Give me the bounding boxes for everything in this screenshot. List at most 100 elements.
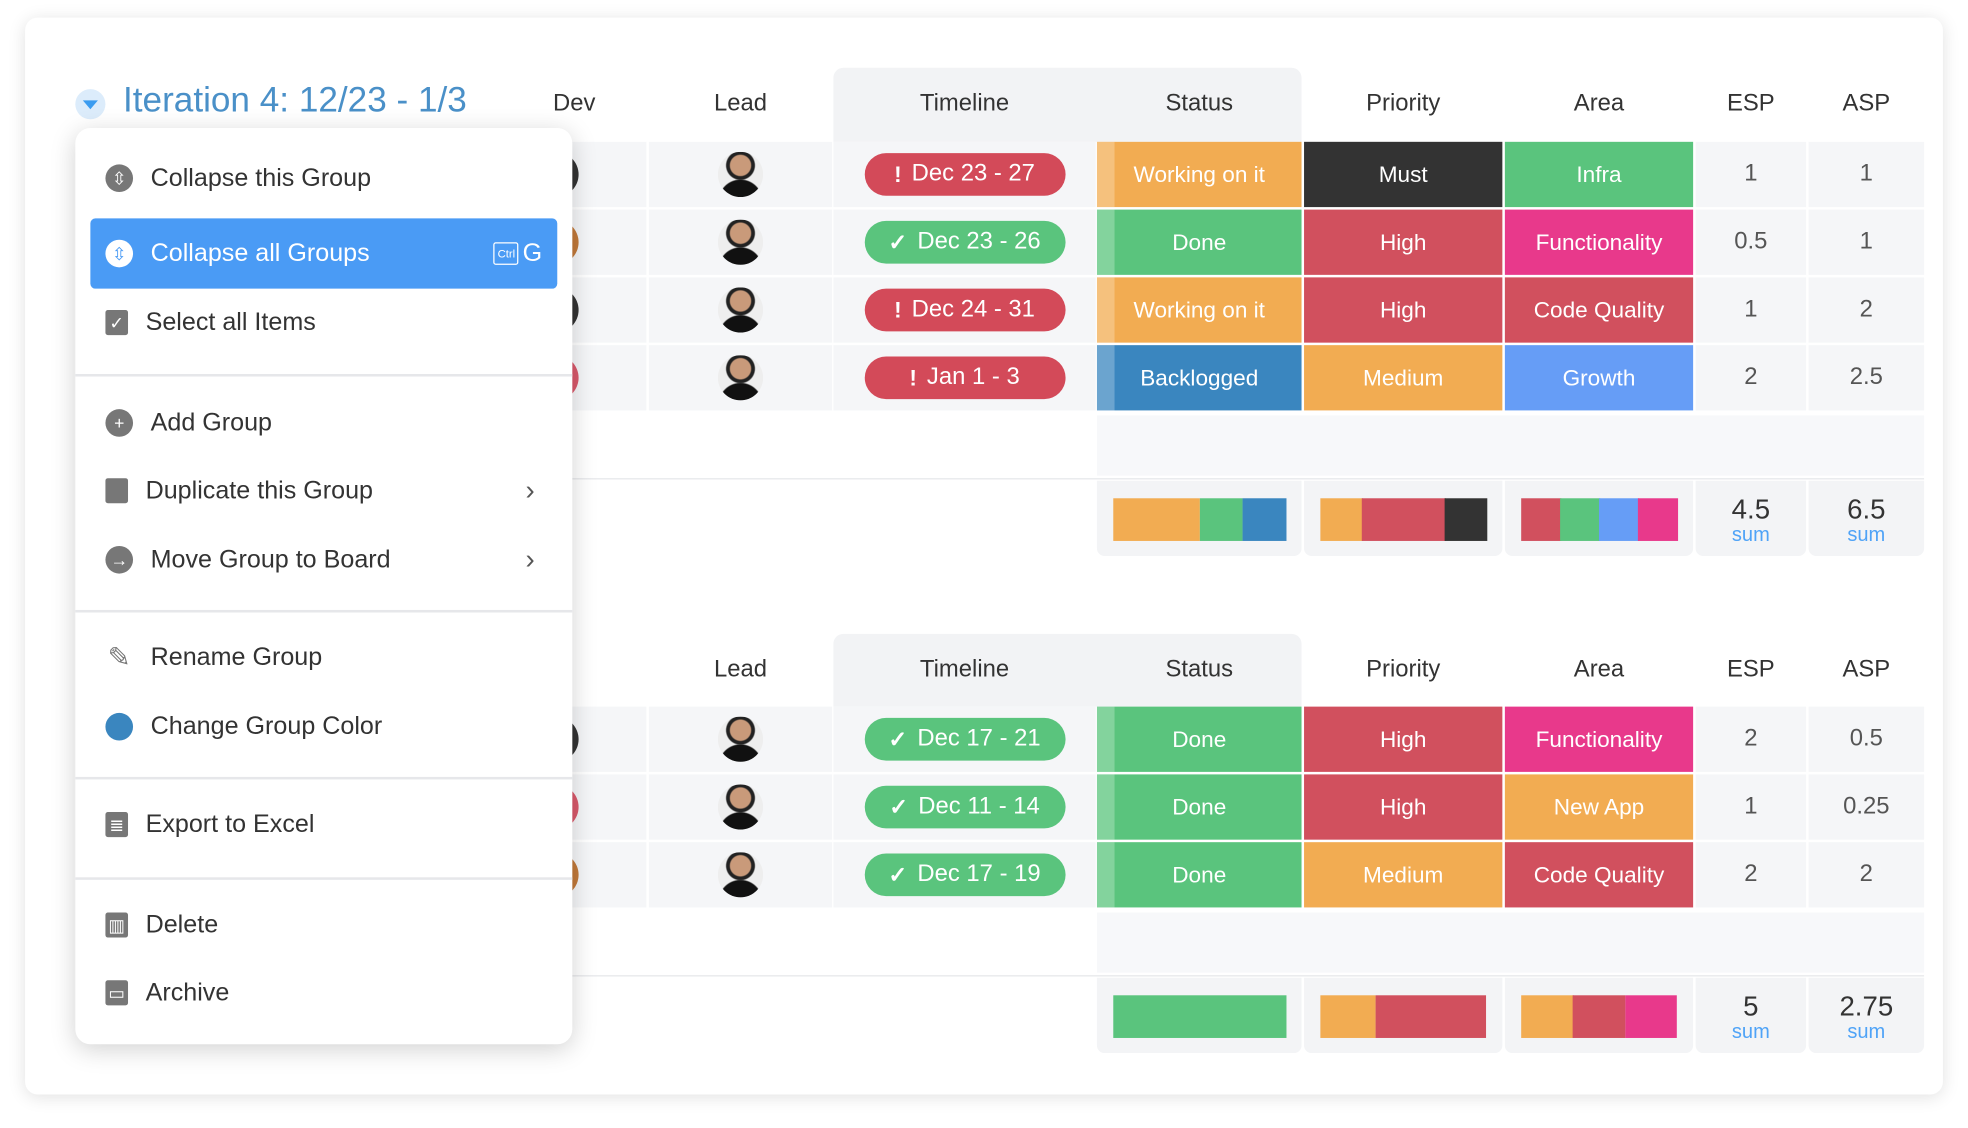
esp-value[interactable]: 1	[1695, 141, 1807, 208]
menu-item-add-group[interactable]: + Add Group	[90, 388, 557, 458]
timeline-pill[interactable]: ! Dec 23 - 27	[864, 153, 1065, 196]
priority-label[interactable]: High	[1304, 706, 1503, 772]
summary-segment-working-on-it[interactable]	[1113, 498, 1200, 541]
summary-segment-done[interactable]	[1113, 995, 1286, 1038]
summary-segment-growth[interactable]	[1598, 498, 1639, 541]
timeline-pill[interactable]: ! Dec 24 - 31	[864, 288, 1065, 332]
menu-item-move-group-to-board[interactable]: → Move Group to Board ›	[90, 525, 557, 595]
column-header-esp[interactable]: ESP	[1696, 656, 1806, 684]
esp-value[interactable]: 0.5	[1695, 209, 1807, 275]
asp-value[interactable]: 0.25	[1808, 774, 1925, 840]
lead-cell[interactable]	[648, 209, 833, 275]
summary-segment-code-quality[interactable]	[1521, 498, 1561, 541]
asp-value[interactable]: 0.5	[1808, 706, 1925, 772]
area-label[interactable]: Functionality	[1504, 706, 1694, 772]
lead-cell[interactable]	[648, 842, 833, 908]
status-label[interactable]: Working on it	[1096, 277, 1302, 343]
timeline-pill[interactable]: ✓ Dec 17 - 19	[864, 853, 1065, 897]
column-header-esp[interactable]: ESP	[1696, 90, 1806, 118]
esp-value[interactable]: 2	[1695, 842, 1807, 908]
summary-segment-code-quality[interactable]	[1572, 995, 1626, 1038]
asp-value[interactable]: 2	[1808, 277, 1925, 343]
menu-item-select-all-items[interactable]: ✓ Select all Items	[90, 287, 557, 357]
status-label[interactable]: Done	[1096, 706, 1302, 772]
summary-segment-backlogged[interactable]	[1242, 498, 1286, 541]
area-label[interactable]: Growth	[1504, 345, 1694, 411]
column-header-lead[interactable]: Lead	[649, 90, 832, 118]
summary-segment-infra[interactable]	[1560, 498, 1600, 541]
lead-cell[interactable]	[648, 345, 833, 411]
priority-label[interactable]: Must	[1304, 141, 1503, 208]
column-header-dev[interactable]: Dev	[502, 90, 646, 118]
timeline-cell[interactable]: ! Dec 24 - 31	[833, 277, 1096, 343]
area-label[interactable]: Code Quality	[1504, 842, 1694, 908]
column-header-priority[interactable]: Priority	[1304, 656, 1502, 684]
status-label[interactable]: Done	[1096, 774, 1302, 840]
column-header-asp[interactable]: ASP	[1809, 656, 1924, 684]
summary-segment-medium[interactable]	[1320, 498, 1363, 541]
menu-item-duplicate-this-group[interactable]: Duplicate this Group ›	[90, 456, 557, 526]
area-label[interactable]: New App	[1504, 774, 1694, 840]
priority-label[interactable]: Medium	[1304, 842, 1503, 908]
summary-segment-new-app[interactable]	[1521, 995, 1574, 1038]
column-header-asp[interactable]: ASP	[1809, 90, 1924, 118]
column-header-status[interactable]: Status	[1097, 656, 1302, 684]
column-header-area[interactable]: Area	[1505, 656, 1693, 684]
column-header-priority[interactable]: Priority	[1304, 90, 1502, 118]
area-label[interactable]: Functionality	[1504, 209, 1694, 275]
menu-item-change-group-color[interactable]: Change Group Color	[90, 692, 557, 762]
asp-value[interactable]: 1	[1808, 209, 1925, 275]
menu-item-delete[interactable]: ▥ Delete	[90, 890, 557, 960]
area-label[interactable]: Infra	[1504, 141, 1694, 208]
esp-value[interactable]: 1	[1695, 277, 1807, 343]
summary-segment-functionality[interactable]	[1637, 498, 1678, 541]
add-item-row[interactable]	[1096, 415, 1925, 476]
priority-label[interactable]: High	[1304, 209, 1503, 275]
timeline-cell[interactable]: ✓ Dec 23 - 26	[833, 209, 1096, 275]
status-label[interactable]: Working on it	[1096, 141, 1302, 208]
timeline-cell[interactable]: ✓ Dec 17 - 21	[833, 706, 1096, 772]
column-header-status[interactable]: Status	[1097, 90, 1302, 118]
menu-item-collapse-all-groups[interactable]: ⇳ Collapse all Groups Ctrl G	[90, 218, 558, 289]
timeline-pill[interactable]: ✓ Dec 17 - 21	[864, 717, 1065, 761]
status-label[interactable]: Done	[1096, 842, 1302, 908]
summary-segment-medium[interactable]	[1320, 995, 1377, 1038]
priority-label[interactable]: Medium	[1304, 345, 1503, 411]
menu-item-rename-group[interactable]: ✎ Rename Group	[90, 623, 557, 693]
menu-item-export-to-excel[interactable]: ≣ Export to Excel	[90, 789, 557, 859]
timeline-cell[interactable]: ! Jan 1 - 3	[833, 345, 1096, 411]
status-label[interactable]: Backlogged	[1096, 345, 1302, 411]
column-header-timeline[interactable]: Timeline	[833, 90, 1095, 118]
timeline-pill[interactable]: ✓ Dec 23 - 26	[864, 220, 1065, 264]
summary-segment-functionality[interactable]	[1624, 995, 1678, 1038]
esp-value[interactable]: 2	[1695, 345, 1807, 411]
esp-value[interactable]: 1	[1695, 774, 1807, 840]
summary-segment-high[interactable]	[1361, 498, 1446, 541]
column-header-timeline[interactable]: Timeline	[833, 656, 1095, 684]
timeline-cell[interactable]: ! Dec 23 - 27	[833, 141, 1096, 208]
group-title[interactable]: Iteration 4: 12/23 - 1/3	[123, 80, 467, 120]
timeline-cell[interactable]: ✓ Dec 17 - 19	[833, 842, 1096, 908]
column-header-area[interactable]: Area	[1505, 90, 1693, 118]
summary-segment-high[interactable]	[1375, 995, 1487, 1038]
summary-segment-done[interactable]	[1199, 498, 1243, 541]
add-item-row[interactable]	[1096, 912, 1925, 973]
summary-segment-must[interactable]	[1444, 498, 1487, 541]
lead-cell[interactable]	[648, 706, 833, 772]
timeline-pill[interactable]: ! Jan 1 - 3	[864, 356, 1065, 400]
lead-cell[interactable]	[648, 774, 833, 840]
menu-item-collapse-this-group[interactable]: ⇳ Collapse this Group	[90, 143, 557, 213]
priority-label[interactable]: High	[1304, 277, 1503, 343]
lead-cell[interactable]	[648, 141, 833, 208]
timeline-cell[interactable]: ✓ Dec 11 - 14	[833, 774, 1096, 840]
menu-item-archive[interactable]: ▭ Archive	[90, 958, 557, 1028]
timeline-pill[interactable]: ✓ Dec 11 - 14	[864, 785, 1065, 829]
esp-value[interactable]: 2	[1695, 706, 1807, 772]
column-header-lead[interactable]: Lead	[649, 656, 832, 684]
asp-value[interactable]: 2.5	[1808, 345, 1925, 411]
asp-value[interactable]: 1	[1808, 141, 1925, 208]
asp-value[interactable]: 2	[1808, 842, 1925, 908]
area-label[interactable]: Code Quality	[1504, 277, 1694, 343]
status-label[interactable]: Done	[1096, 209, 1302, 275]
lead-cell[interactable]	[648, 277, 833, 343]
